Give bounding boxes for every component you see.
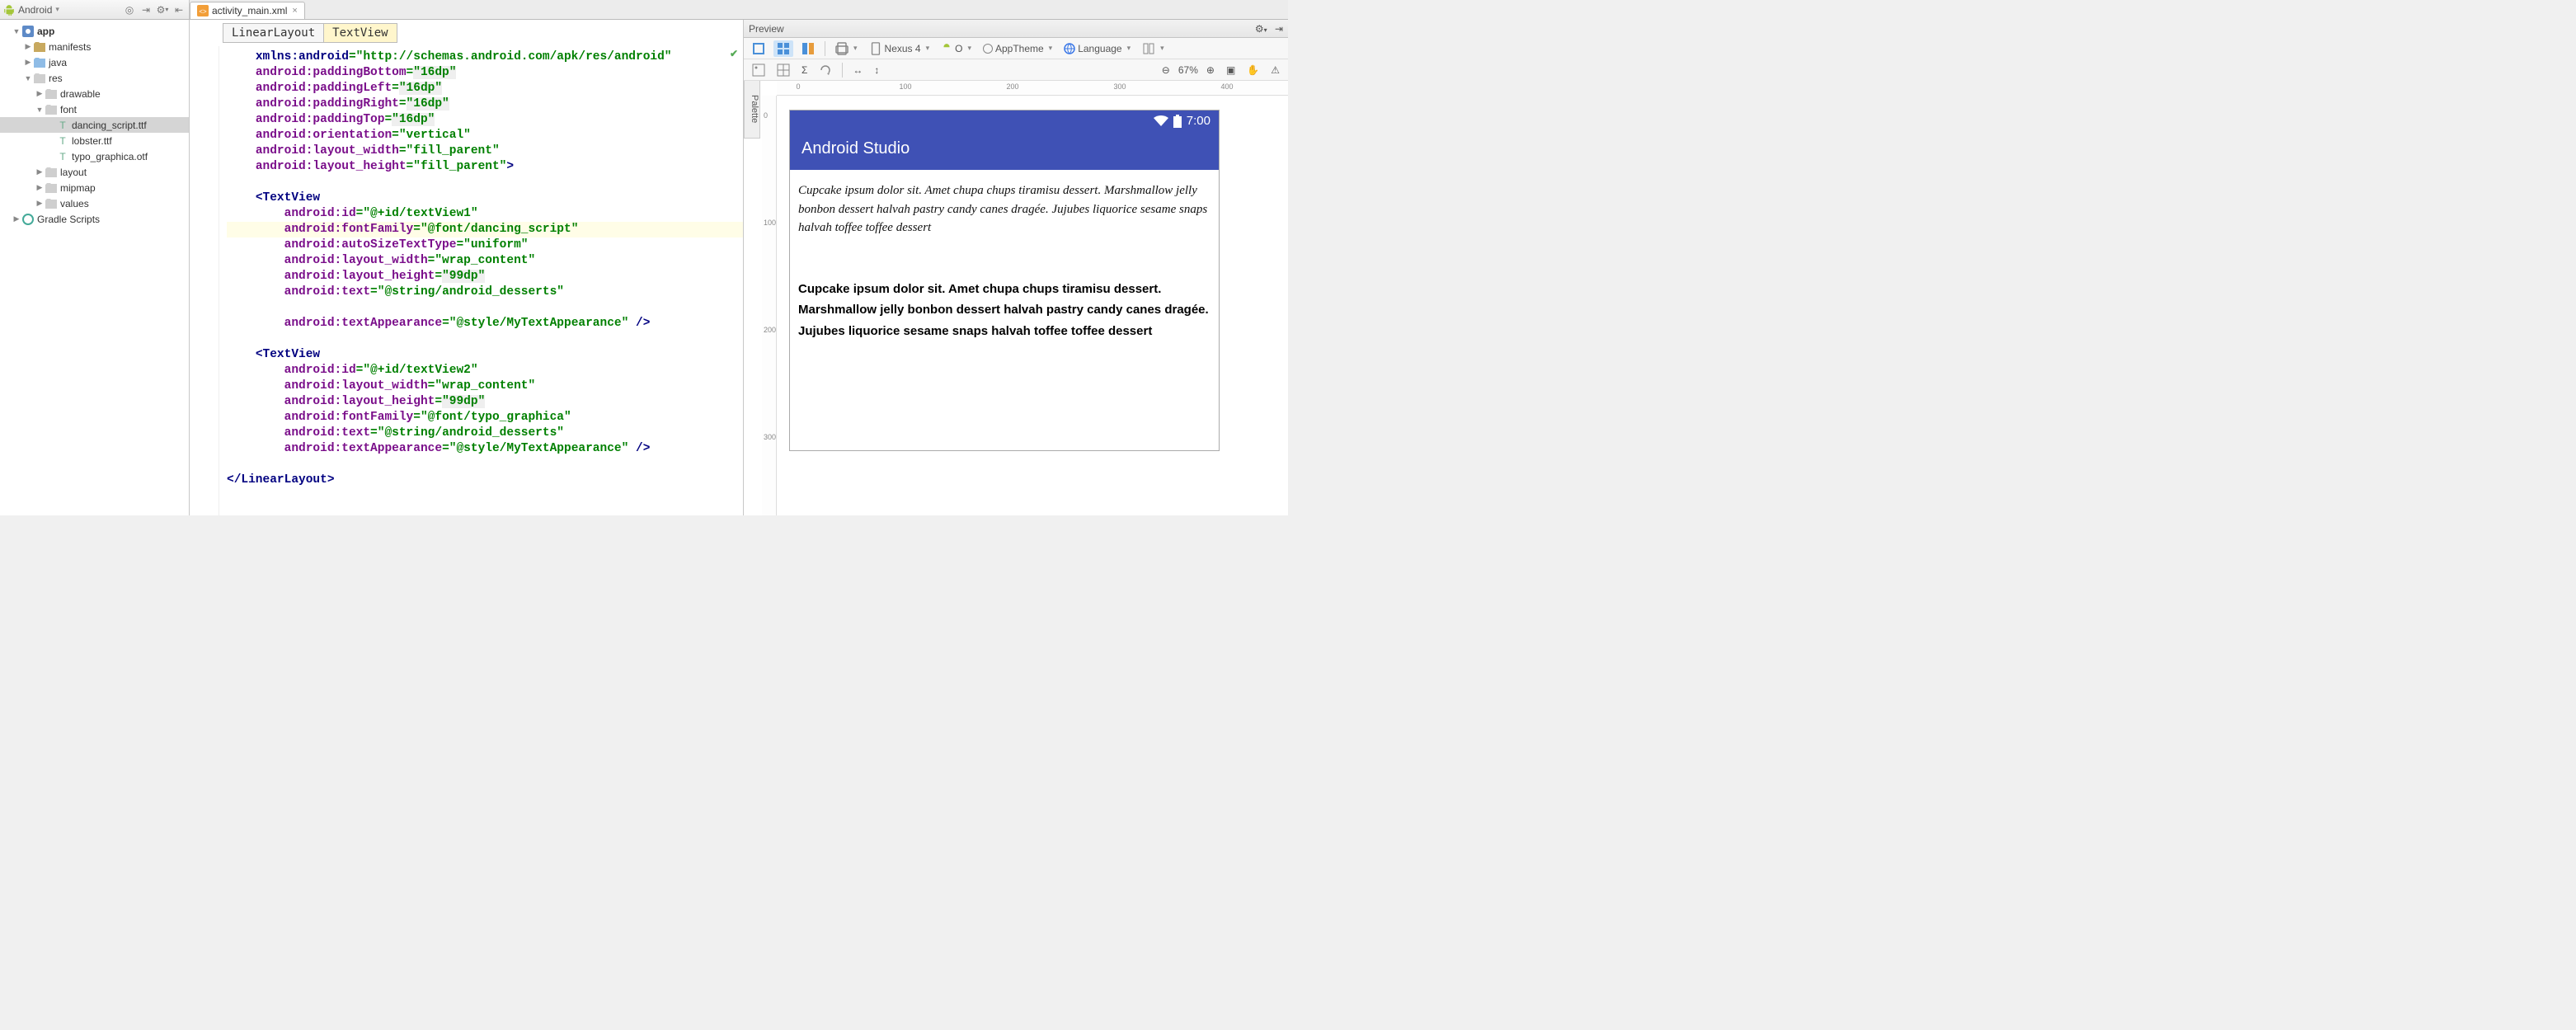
close-tab-icon[interactable]: × — [292, 6, 297, 16]
tree-node-gradle-scripts[interactable]: Gradle Scripts — [0, 211, 189, 227]
folder-icon — [45, 197, 58, 210]
tree-node-font[interactable]: font — [0, 101, 189, 117]
code-editor: LinearLayout TextView ✔ xmlns:android="h… — [190, 20, 744, 515]
target-icon[interactable]: ◎ — [123, 3, 136, 16]
tree-node-res[interactable]: res — [0, 70, 189, 86]
layout-grid-icon[interactable] — [773, 40, 793, 57]
preview-gear-icon[interactable]: ⚙▾ — [1255, 23, 1267, 35]
hide-icon[interactable]: ⇤ — [172, 3, 186, 16]
zoom-in-icon[interactable]: ⊕ — [1203, 63, 1218, 78]
main-toolbar: Android ▾ ◎ ⇥ ⚙▾ ⇤ <> activity_main.xml … — [0, 0, 1288, 20]
api-dropdown[interactable]: O — [938, 41, 975, 56]
layout-split-icon[interactable] — [798, 40, 818, 57]
device-body: Cupcake ipsum dolor sit. Amet chupa chup… — [790, 170, 1219, 450]
folder-icon — [33, 56, 46, 69]
folder-icon — [45, 166, 58, 179]
preview-toolbar-2: Σ ↔ ↕ ⊖ 67% ⊕ ▣ ✋ ⚠ — [744, 59, 1288, 81]
inspection-ok-icon: ✔ — [730, 48, 738, 59]
xml-breadcrumb: LinearLayout TextView — [190, 20, 743, 46]
preview-textview-1[interactable]: Cupcake ipsum dolor sit. Amet chupa chup… — [798, 181, 1210, 238]
tree-node-layout[interactable]: layout — [0, 164, 189, 180]
folder-icon — [45, 87, 58, 101]
breadcrumb-textview[interactable]: TextView — [323, 23, 397, 43]
ruler-vertical: 0 100 200 300 — [762, 96, 777, 515]
android-icon — [941, 43, 952, 54]
folder-icon — [45, 103, 58, 116]
preview-textview-2[interactable]: Cupcake ipsum dolor sit. Amet chupa chup… — [798, 279, 1210, 342]
sigma-icon[interactable]: Σ — [798, 63, 811, 78]
tree-file-typo-graphica[interactable]: T typo_graphica.otf — [0, 148, 189, 164]
variant-dropdown[interactable] — [1139, 40, 1168, 57]
language-dropdown[interactable]: Language — [1060, 41, 1134, 56]
palette-tab[interactable]: Palette — [744, 81, 760, 139]
tree-node-app[interactable]: app — [0, 23, 189, 39]
folder-icon — [33, 40, 46, 54]
layout-single-icon[interactable] — [749, 40, 769, 57]
gradle-icon — [21, 213, 35, 226]
font-file-icon: T — [56, 119, 69, 132]
warnings-icon[interactable]: ⚠ — [1267, 63, 1283, 78]
module-icon — [21, 25, 35, 38]
android-icon — [3, 4, 15, 16]
pan-icon[interactable]: ✋ — [1243, 63, 1262, 78]
wifi-icon — [1154, 115, 1168, 127]
expand-v-icon[interactable]: ↕ — [871, 63, 882, 78]
preview-toolbar-1: Nexus 4 O AppTheme Language — [744, 38, 1288, 59]
preview-hide-icon[interactable]: ⇥ — [1275, 23, 1283, 35]
design-surface-icon[interactable] — [749, 62, 769, 78]
device-appbar: 7:00 Android Studio — [790, 111, 1219, 170]
tree-node-manifests[interactable]: manifests — [0, 39, 189, 54]
collapse-icon[interactable]: ⇥ — [139, 3, 153, 16]
tree-node-mipmap[interactable]: mipmap — [0, 180, 189, 195]
blueprint-icon[interactable] — [773, 62, 793, 78]
font-file-icon: T — [56, 150, 69, 163]
preview-panel: Preview ⚙▾ ⇥ Nexus 4 O AppTheme Language — [744, 20, 1288, 515]
font-file-icon: T — [56, 134, 69, 148]
statusbar-time: 7:00 — [1187, 114, 1210, 128]
svg-text:<>: <> — [199, 7, 207, 15]
battery-icon — [1173, 115, 1182, 128]
device-dropdown[interactable]: Nexus 4 — [866, 40, 933, 57]
refresh-icon[interactable] — [816, 62, 835, 78]
gear-icon[interactable]: ⚙▾ — [156, 3, 169, 16]
tree-node-drawable[interactable]: drawable — [0, 86, 189, 101]
folder-icon — [33, 72, 46, 85]
folder-icon — [45, 181, 58, 195]
breadcrumb-linearlayout[interactable]: LinearLayout — [223, 23, 323, 43]
tree-file-lobster[interactable]: T lobster.ttf — [0, 133, 189, 148]
project-tree[interactable]: app manifests java res drawable — [0, 20, 190, 515]
project-view-selector[interactable]: Android ▾ — [3, 4, 59, 16]
expand-h-icon[interactable]: ↔ — [849, 63, 866, 78]
editor-tab-activity-main[interactable]: <> activity_main.xml × — [190, 2, 305, 19]
app-title: Android Studio — [790, 131, 1219, 170]
gutter — [190, 46, 219, 515]
zoom-out-icon[interactable]: ⊖ — [1159, 63, 1173, 78]
tab-filename: activity_main.xml — [212, 5, 287, 16]
preview-title: Preview — [749, 23, 784, 35]
code-area[interactable]: ✔ xmlns:android="http://schemas.android.… — [190, 46, 743, 515]
tree-file-dancing-script[interactable]: T dancing_script.ttf — [0, 117, 189, 133]
theme-dropdown[interactable]: AppTheme — [980, 41, 1055, 56]
ruler-horizontal: 0 100 200 300 400 — [777, 81, 1288, 96]
zoom-level: 67% — [1178, 64, 1198, 76]
tree-node-java[interactable]: java — [0, 54, 189, 70]
project-view-label: Android — [18, 4, 52, 16]
zoom-fit-icon[interactable]: ▣ — [1223, 63, 1239, 78]
orientation-dropdown[interactable] — [832, 40, 861, 57]
xml-file-icon: <> — [197, 5, 209, 16]
device-canvas[interactable]: 7:00 Android Studio Cupcake ipsum dolor … — [790, 111, 1219, 450]
tree-node-values[interactable]: values — [0, 195, 189, 211]
